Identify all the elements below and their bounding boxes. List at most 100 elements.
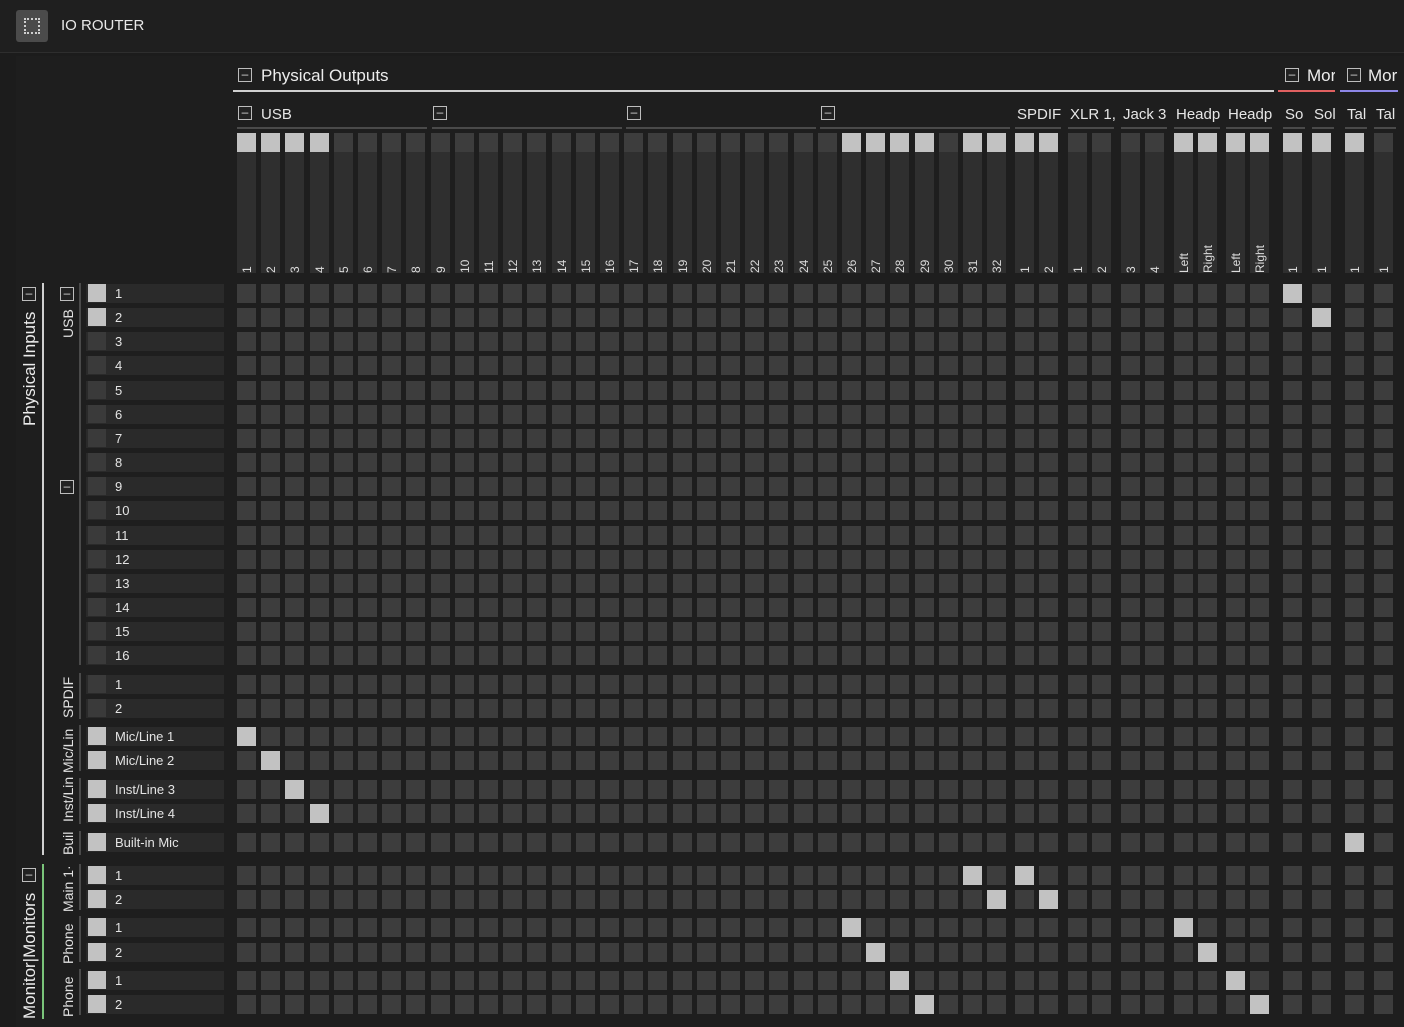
routing-cell[interactable] — [1039, 780, 1058, 799]
routing-cell[interactable] — [1226, 918, 1245, 937]
routing-cell[interactable] — [382, 833, 401, 852]
routing-cell[interactable] — [1198, 356, 1217, 375]
routing-cell[interactable] — [1374, 574, 1393, 593]
routing-cell[interactable] — [1145, 751, 1164, 770]
routing-cell[interactable] — [1015, 598, 1034, 617]
routing-cell[interactable] — [890, 308, 909, 327]
routing-cell[interactable] — [1312, 453, 1331, 472]
routing-cell[interactable] — [576, 890, 595, 909]
routing-cell[interactable] — [745, 477, 764, 496]
routing-cell[interactable] — [915, 866, 934, 885]
routing-cell[interactable] — [1312, 550, 1331, 569]
routing-cell[interactable] — [939, 501, 958, 520]
routing-cell[interactable] — [552, 675, 571, 694]
routing-cell[interactable] — [769, 833, 788, 852]
routing-cell[interactable] — [1345, 780, 1364, 799]
routing-cell[interactable] — [1068, 574, 1087, 593]
routing-cell[interactable] — [866, 526, 885, 545]
routing-cell[interactable] — [745, 675, 764, 694]
routing-cell[interactable] — [1092, 751, 1111, 770]
routing-cell[interactable] — [769, 526, 788, 545]
routing-cell[interactable] — [673, 501, 692, 520]
routing-cell[interactable] — [382, 550, 401, 569]
routing-cell[interactable] — [769, 699, 788, 718]
routing-cell[interactable] — [1145, 890, 1164, 909]
routing-cell[interactable] — [1250, 429, 1269, 448]
routing-cell[interactable] — [455, 918, 474, 937]
routing-cell[interactable] — [1174, 501, 1193, 520]
routing-cell[interactable] — [552, 995, 571, 1014]
routing-cell[interactable] — [769, 405, 788, 424]
routing-cell[interactable] — [745, 574, 764, 593]
input-row-toggle[interactable] — [88, 699, 106, 717]
routing-cell[interactable] — [624, 550, 643, 569]
routing-cell[interactable] — [1174, 971, 1193, 990]
routing-cell[interactable] — [406, 356, 425, 375]
routing-cell[interactable] — [455, 622, 474, 641]
routing-cell[interactable] — [1312, 574, 1331, 593]
routing-cell[interactable] — [527, 477, 546, 496]
routing-cell[interactable] — [745, 751, 764, 770]
routing-cell[interactable] — [963, 453, 982, 472]
routing-cell[interactable] — [600, 727, 619, 746]
routing-cell[interactable] — [503, 780, 522, 799]
routing-cell[interactable] — [527, 890, 546, 909]
routing-cell[interactable] — [1145, 477, 1164, 496]
routing-cell[interactable] — [769, 943, 788, 962]
routing-cell[interactable] — [1198, 308, 1217, 327]
routing-cell[interactable] — [963, 943, 982, 962]
routing-cell[interactable] — [1015, 971, 1034, 990]
routing-cell[interactable] — [721, 381, 740, 400]
routing-cell[interactable] — [406, 574, 425, 593]
routing-cell-active[interactable] — [1345, 833, 1364, 852]
routing-cell[interactable] — [1374, 780, 1393, 799]
routing-cell[interactable] — [697, 751, 716, 770]
routing-cell[interactable] — [237, 699, 256, 718]
routing-cell[interactable] — [842, 866, 861, 885]
routing-cell[interactable] — [479, 622, 498, 641]
routing-cell[interactable] — [527, 727, 546, 746]
routing-cell[interactable] — [1283, 381, 1302, 400]
routing-cell[interactable] — [721, 622, 740, 641]
routing-cell[interactable] — [382, 699, 401, 718]
routing-cell[interactable] — [261, 284, 280, 303]
routing-cell[interactable] — [794, 943, 813, 962]
routing-cell[interactable] — [648, 453, 667, 472]
routing-cell[interactable] — [261, 429, 280, 448]
routing-cell[interactable] — [600, 356, 619, 375]
routing-cell[interactable] — [285, 429, 304, 448]
routing-cell[interactable] — [310, 477, 329, 496]
routing-cell[interactable] — [987, 943, 1006, 962]
input-row-toggle[interactable] — [88, 501, 106, 519]
routing-cell[interactable] — [1068, 780, 1087, 799]
routing-cell[interactable] — [1174, 574, 1193, 593]
routing-cell[interactable] — [769, 751, 788, 770]
routing-cell[interactable] — [721, 943, 740, 962]
routing-cell[interactable] — [431, 646, 450, 665]
input-row-toggle[interactable] — [88, 780, 106, 798]
routing-cell[interactable] — [866, 833, 885, 852]
routing-cell[interactable] — [697, 943, 716, 962]
routing-cell[interactable] — [455, 477, 474, 496]
routing-cell[interactable] — [721, 332, 740, 351]
routing-cell[interactable] — [624, 727, 643, 746]
routing-cell[interactable] — [915, 943, 934, 962]
routing-cell[interactable] — [1015, 308, 1034, 327]
routing-cell[interactable] — [552, 550, 571, 569]
routing-cell[interactable] — [1283, 453, 1302, 472]
routing-cell[interactable] — [721, 890, 740, 909]
routing-cell[interactable] — [842, 699, 861, 718]
routing-cell[interactable] — [915, 675, 934, 694]
routing-cell[interactable] — [890, 890, 909, 909]
routing-cell[interactable] — [261, 804, 280, 823]
routing-cell[interactable] — [1121, 971, 1140, 990]
routing-cell[interactable] — [431, 356, 450, 375]
routing-cell[interactable] — [1068, 943, 1087, 962]
routing-cell[interactable] — [818, 622, 837, 641]
routing-cell[interactable] — [431, 890, 450, 909]
routing-cell[interactable] — [842, 453, 861, 472]
routing-cell[interactable] — [673, 526, 692, 545]
routing-cell[interactable] — [1068, 622, 1087, 641]
routing-cell[interactable] — [479, 526, 498, 545]
routing-cell[interactable] — [769, 675, 788, 694]
